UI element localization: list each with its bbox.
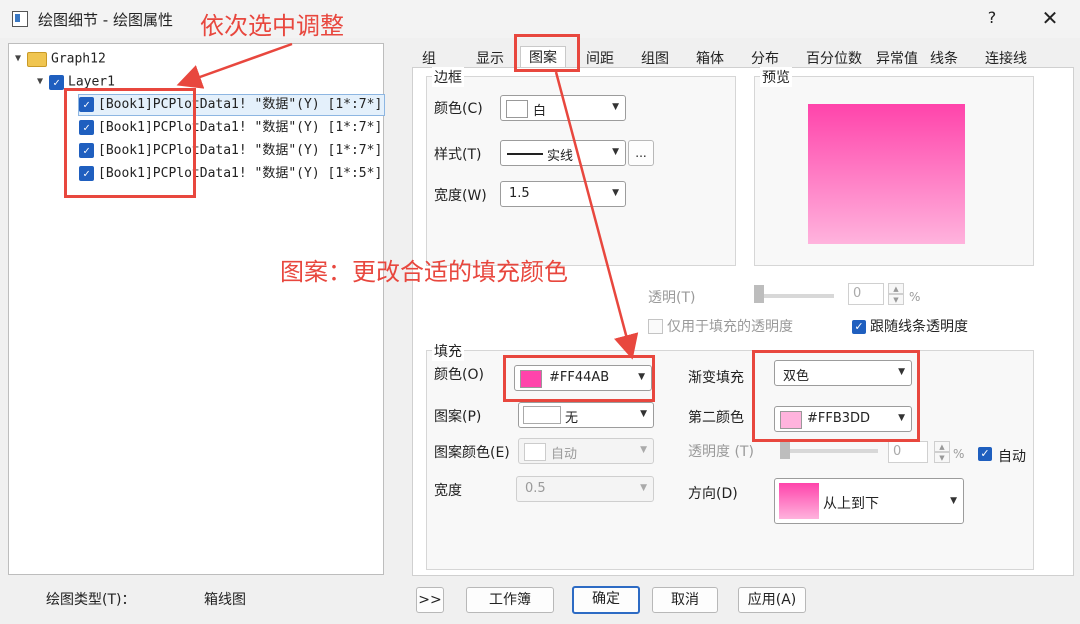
annotation-arrows bbox=[176, 42, 639, 360]
arrow-to-fill-color bbox=[554, 71, 639, 360]
annotation-top-text: 依次选中调整 bbox=[200, 12, 344, 40]
annotation-middle-text: 图案：更改合适的填充颜色 bbox=[280, 258, 568, 286]
arrow-to-tree bbox=[176, 42, 293, 89]
